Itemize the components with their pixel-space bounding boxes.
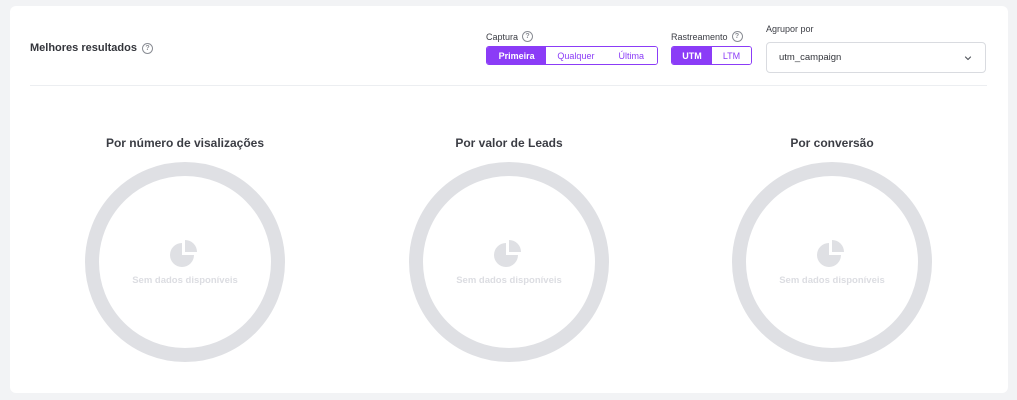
tracking-segmented-control: UTM LTM	[671, 46, 752, 65]
panel-title: Por conversão	[790, 136, 874, 150]
tracking-label-text: Rastreamento	[671, 31, 728, 42]
pie-chart-icon	[170, 240, 197, 267]
chevron-down-icon	[964, 55, 972, 60]
panel-title: Por valor de Leads	[455, 136, 563, 150]
card-header: Melhores resultados ? Captura ? Primeira…	[10, 6, 1008, 86]
panel-views: Por número de visalizações Sem dados dis…	[80, 132, 290, 372]
group-by-label-text: Agrupor por	[766, 24, 814, 34]
panel-leads-value: Por valor de Leads Sem dados disponíveis	[404, 132, 614, 372]
card-title-text: Melhores resultados	[30, 42, 137, 54]
group-by-select[interactable]: utm_campaign	[766, 42, 986, 73]
tracking-option-ltm[interactable]: LTM	[711, 47, 751, 64]
empty-state-text: Sem dados disponíveis	[132, 275, 238, 286]
capture-label-text: Captura	[486, 31, 519, 42]
question-circle-icon[interactable]: ?	[141, 42, 153, 54]
capture-option-ultima[interactable]: Última	[605, 47, 657, 64]
capture-segmented-control: Primeira Qualquer Última	[486, 46, 658, 65]
capture-option-primeira[interactable]: Primeira	[487, 47, 547, 64]
header-divider	[30, 85, 987, 86]
question-circle-icon[interactable]: ?	[522, 31, 534, 42]
group-by-value: utm_campaign	[779, 52, 842, 63]
capture-option-qualquer[interactable]: Qualquer	[546, 47, 606, 64]
question-circle-icon[interactable]: ?	[731, 31, 743, 42]
pie-chart-icon	[494, 240, 521, 267]
tracking-option-utm[interactable]: UTM	[672, 47, 712, 64]
empty-state-text: Sem dados disponíveis	[779, 275, 885, 286]
capture-label: Captura ?	[486, 31, 534, 42]
best-results-card: Melhores resultados ? Captura ? Primeira…	[10, 6, 1008, 393]
empty-state-text: Sem dados disponíveis	[456, 275, 562, 286]
tracking-label: Rastreamento ?	[671, 31, 743, 42]
group-by-label: Agrupor por	[766, 24, 814, 34]
panel-conversion: Por conversão Sem dados disponíveis	[727, 132, 937, 372]
panel-title: Por número de visalizações	[105, 136, 265, 150]
card-title: Melhores resultados ?	[30, 42, 153, 54]
pie-chart-icon	[817, 240, 844, 267]
